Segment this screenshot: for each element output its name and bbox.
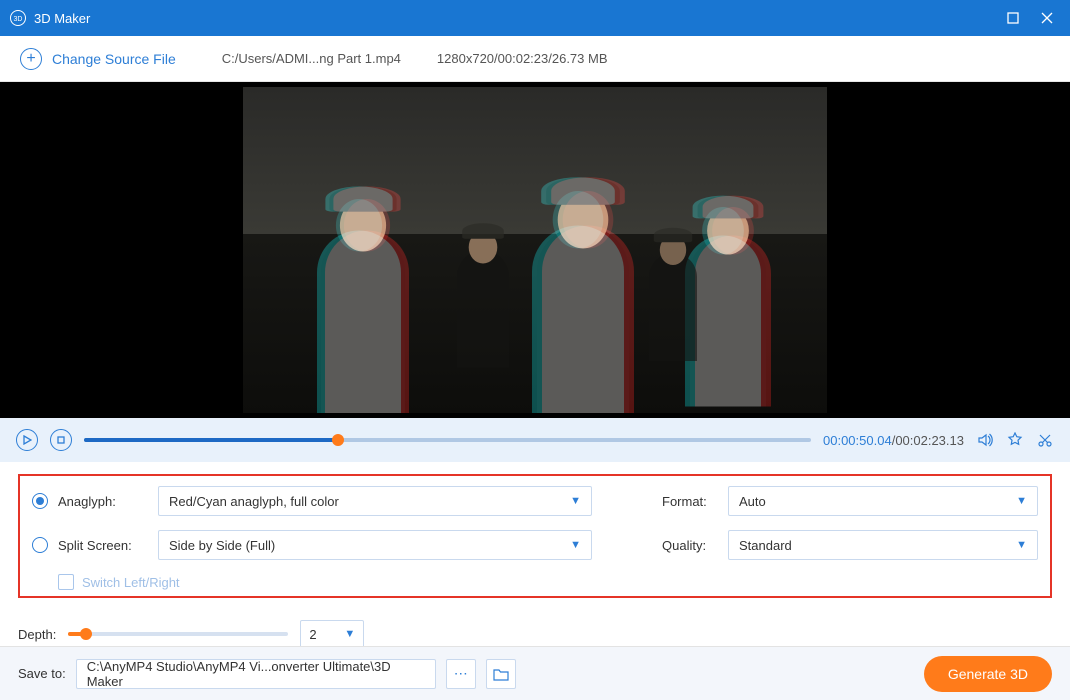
- saveto-label: Save to:: [18, 666, 66, 681]
- split-screen-radio[interactable]: [32, 537, 48, 553]
- quality-label: Quality:: [662, 538, 718, 553]
- generate-3d-button[interactable]: Generate 3D: [924, 656, 1052, 692]
- timecode: 00:00:50.04/00:02:23.13: [823, 433, 964, 448]
- chevron-down-icon: ▼: [1016, 539, 1027, 551]
- seek-slider[interactable]: [84, 438, 811, 442]
- app-icon: 3D: [10, 10, 26, 26]
- stop-button[interactable]: [50, 429, 72, 451]
- saveto-path-input[interactable]: C:\AnyMP4 Studio\AnyMP4 Vi...onverter Ul…: [76, 659, 436, 689]
- chevron-down-icon: ▼: [1016, 495, 1027, 507]
- switch-lr-checkbox[interactable]: [58, 574, 74, 590]
- time-current: 00:00:50.04: [823, 433, 892, 448]
- app-title: 3D Maker: [34, 11, 1006, 26]
- close-button[interactable]: [1040, 11, 1054, 25]
- play-button[interactable]: [16, 429, 38, 451]
- depth-slider[interactable]: [68, 632, 288, 636]
- switch-lr-label: Switch Left/Right: [82, 575, 180, 590]
- quality-select[interactable]: Standard ▼: [728, 530, 1038, 560]
- maximize-button[interactable]: [1006, 11, 1020, 25]
- highlight-box: Anaglyph: Red/Cyan anaglyph, full color …: [18, 474, 1052, 598]
- chevron-down-icon: ▼: [344, 628, 355, 640]
- cut-icon[interactable]: [1036, 431, 1054, 449]
- anaglyph-radio[interactable]: [32, 493, 48, 509]
- video-preview: [0, 82, 1070, 418]
- source-meta: 1280x720/00:02:23/26.73 MB: [437, 51, 608, 66]
- titlebar: 3D 3D Maker: [0, 0, 1070, 36]
- split-screen-label: Split Screen:: [58, 538, 148, 553]
- format-label: Format:: [662, 494, 718, 509]
- open-folder-button[interactable]: [486, 659, 516, 689]
- change-source-button[interactable]: + Change Source File: [20, 48, 176, 70]
- source-path: C:/Users/ADMI...ng Part 1.mp4: [222, 51, 401, 66]
- anaglyph-label: Anaglyph:: [58, 494, 148, 509]
- source-bar: + Change Source File C:/Users/ADMI...ng …: [0, 36, 1070, 82]
- split-screen-select[interactable]: Side by Side (Full) ▼: [158, 530, 592, 560]
- settings-panel: Anaglyph: Red/Cyan anaglyph, full color …: [0, 462, 1070, 606]
- change-source-label: Change Source File: [52, 51, 176, 67]
- playback-bar: 00:00:50.04/00:02:23.13: [0, 418, 1070, 462]
- time-total: 00:02:23.13: [895, 433, 964, 448]
- svg-text:3D: 3D: [14, 16, 23, 23]
- anaglyph-select[interactable]: Red/Cyan anaglyph, full color ▼: [158, 486, 592, 516]
- snapshot-icon[interactable]: [1006, 431, 1024, 449]
- depth-label: Depth:: [18, 627, 56, 642]
- more-button[interactable]: ⋯: [446, 659, 476, 689]
- bottom-bar: Save to: C:\AnyMP4 Studio\AnyMP4 Vi...on…: [0, 646, 1070, 700]
- chevron-down-icon: ▼: [570, 539, 581, 551]
- preview-canvas: [243, 87, 827, 413]
- volume-icon[interactable]: [976, 431, 994, 449]
- depth-value-select[interactable]: 2 ▼: [300, 620, 364, 648]
- plus-icon: +: [20, 48, 42, 70]
- chevron-down-icon: ▼: [570, 495, 581, 507]
- format-select[interactable]: Auto ▼: [728, 486, 1038, 516]
